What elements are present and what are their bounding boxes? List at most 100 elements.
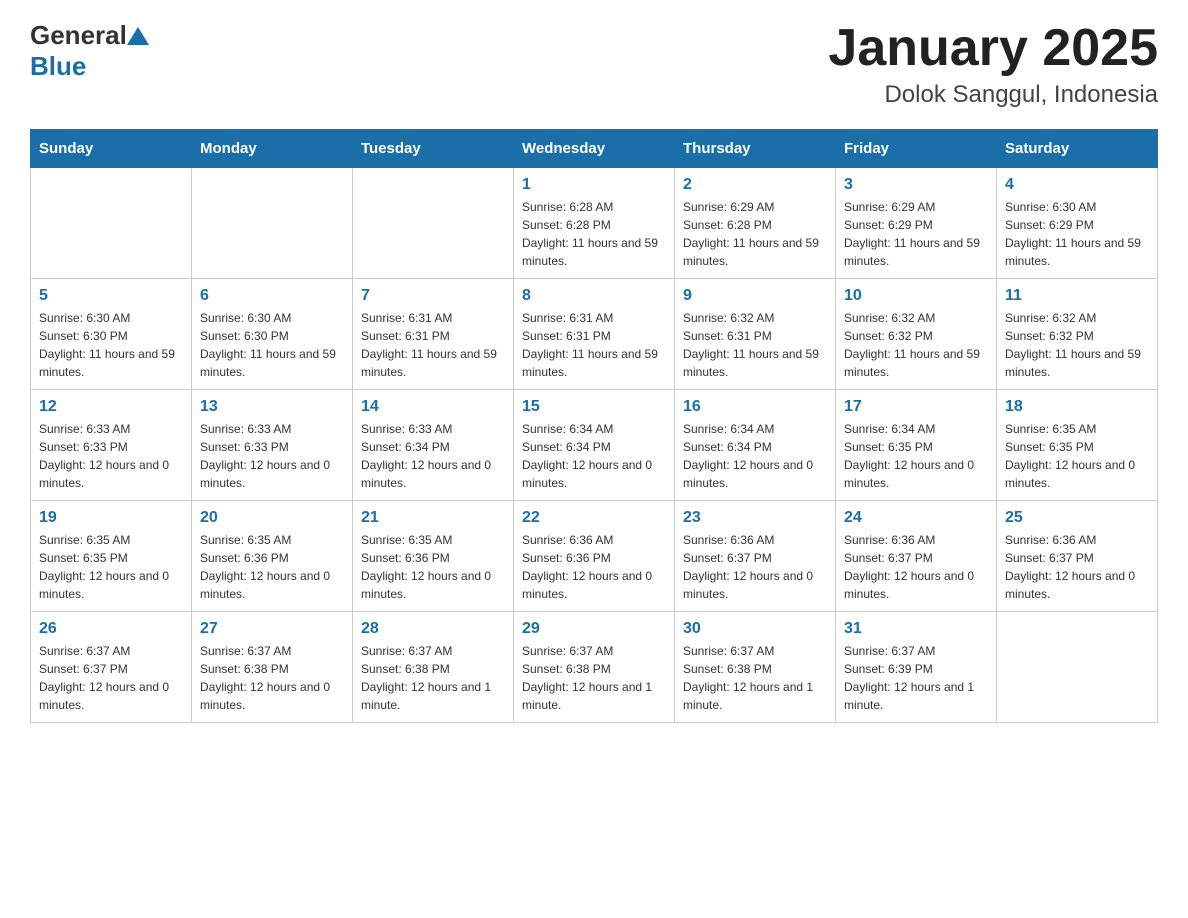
calendar-cell: 24 Sunrise: 6:36 AMSunset: 6:37 PMDayligh… [836, 501, 997, 612]
calendar-week-1: 1 Sunrise: 6:28 AMSunset: 6:28 PMDaylight… [31, 168, 1158, 279]
calendar-cell: 6 Sunrise: 6:30 AMSunset: 6:30 PMDaylight… [192, 279, 353, 390]
weekday-header-friday: Friday [836, 130, 997, 168]
calendar-cell: 15Sunrise: 6:34 AMSunset: 6:34 PMDayligh… [514, 390, 675, 501]
day-info: Sunrise: 6:37 AMSunset: 6:38 PMDaylight:… [522, 642, 666, 714]
day-number: 25 [1005, 509, 1149, 527]
calendar-cell: 18 Sunrise: 6:35 AMSunset: 6:35 PMDayligh… [997, 390, 1158, 501]
calendar-cell: 19 Sunrise: 6:35 AMSunset: 6:35 PMDayligh… [31, 501, 192, 612]
day-number: 27 [200, 620, 344, 638]
day-number: 4 [1005, 176, 1149, 194]
day-info: Sunrise: 6:34 AMSunset: 6:34 PMDaylight:… [683, 420, 827, 492]
calendar-cell [31, 168, 192, 279]
day-info: Sunrise: 6:33 AMSunset: 6:33 PMDaylight:… [39, 420, 183, 492]
day-info: Sunrise: 6:37 AMSunset: 6:37 PMDaylight:… [39, 642, 183, 714]
day-number: 13 [200, 398, 344, 416]
day-number: 5 [39, 287, 183, 305]
month-title: January 2025 [828, 20, 1158, 77]
day-number: 14 [361, 398, 505, 416]
day-info: Sunrise: 6:30 AMSunset: 6:30 PMDaylight:… [39, 309, 183, 381]
day-number: 6 [200, 287, 344, 305]
calendar-cell: 14 Sunrise: 6:33 AMSunset: 6:34 PMDayligh… [353, 390, 514, 501]
day-number: 8 [522, 287, 666, 305]
day-number: 12 [39, 398, 183, 416]
day-number: 23 [683, 509, 827, 527]
weekday-header-wednesday: Wednesday [514, 130, 675, 168]
calendar-cell: 20 Sunrise: 6:35 AMSunset: 6:36 PMDayligh… [192, 501, 353, 612]
day-info: Sunrise: 6:37 AMSunset: 6:38 PMDaylight:… [683, 642, 827, 714]
day-info: Sunrise: 6:35 AMSunset: 6:36 PMDaylight:… [361, 531, 505, 603]
day-number: 7 [361, 287, 505, 305]
calendar-cell: 1 Sunrise: 6:28 AMSunset: 6:28 PMDaylight… [514, 168, 675, 279]
day-info: Sunrise: 6:35 AMSunset: 6:35 PMDaylight:… [39, 531, 183, 603]
logo: General Blue [30, 20, 149, 82]
day-info: Sunrise: 6:32 AMSunset: 6:32 PMDaylight:… [844, 309, 988, 381]
calendar-table: SundayMondayTuesdayWednesdayThursdayFrid… [30, 129, 1158, 723]
calendar-week-4: 19 Sunrise: 6:35 AMSunset: 6:35 PMDayligh… [31, 501, 1158, 612]
day-number: 17 [844, 398, 988, 416]
day-number: 15 [522, 398, 666, 416]
page-header: General Blue January 2025 Dolok Sanggul,… [30, 20, 1158, 109]
day-info: Sunrise: 6:29 AMSunset: 6:29 PMDaylight:… [844, 198, 988, 270]
calendar-cell: 23Sunrise: 6:36 AMSunset: 6:37 PMDayligh… [675, 501, 836, 612]
day-info: Sunrise: 6:36 AMSunset: 6:37 PMDaylight:… [1005, 531, 1149, 603]
calendar-cell [192, 168, 353, 279]
calendar-week-3: 12 Sunrise: 6:33 AMSunset: 6:33 PMDayligh… [31, 390, 1158, 501]
calendar-cell: 16 Sunrise: 6:34 AMSunset: 6:34 PMDayligh… [675, 390, 836, 501]
calendar-cell: 10Sunrise: 6:32 AMSunset: 6:32 PMDayligh… [836, 279, 997, 390]
calendar-cell: 29 Sunrise: 6:37 AMSunset: 6:38 PMDayligh… [514, 612, 675, 723]
calendar-cell: 31Sunrise: 6:37 AMSunset: 6:39 PMDayligh… [836, 612, 997, 723]
calendar-cell: 27Sunrise: 6:37 AMSunset: 6:38 PMDayligh… [192, 612, 353, 723]
weekday-header-sunday: Sunday [31, 130, 192, 168]
calendar-week-2: 5 Sunrise: 6:30 AMSunset: 6:30 PMDaylight… [31, 279, 1158, 390]
day-number: 31 [844, 620, 988, 638]
day-info: Sunrise: 6:36 AMSunset: 6:37 PMDaylight:… [844, 531, 988, 603]
calendar-cell: 26 Sunrise: 6:37 AMSunset: 6:37 PMDayligh… [31, 612, 192, 723]
logo-blue-text: Blue [30, 51, 149, 82]
calendar-cell [353, 168, 514, 279]
day-number: 11 [1005, 287, 1149, 305]
day-number: 19 [39, 509, 183, 527]
calendar-cell: 25 Sunrise: 6:36 AMSunset: 6:37 PMDayligh… [997, 501, 1158, 612]
calendar-week-5: 26 Sunrise: 6:37 AMSunset: 6:37 PMDayligh… [31, 612, 1158, 723]
day-number: 18 [1005, 398, 1149, 416]
day-info: Sunrise: 6:29 AMSunset: 6:28 PMDaylight:… [683, 198, 827, 270]
calendar-cell: 8Sunrise: 6:31 AMSunset: 6:31 PMDaylight… [514, 279, 675, 390]
day-info: Sunrise: 6:35 AMSunset: 6:36 PMDaylight:… [200, 531, 344, 603]
day-info: Sunrise: 6:32 AMSunset: 6:31 PMDaylight:… [683, 309, 827, 381]
day-number: 1 [522, 176, 666, 194]
weekday-header-saturday: Saturday [997, 130, 1158, 168]
title-block: January 2025 Dolok Sanggul, Indonesia [828, 20, 1158, 109]
day-info: Sunrise: 6:35 AMSunset: 6:35 PMDaylight:… [1005, 420, 1149, 492]
day-number: 21 [361, 509, 505, 527]
calendar-cell: 21 Sunrise: 6:35 AMSunset: 6:36 PMDayligh… [353, 501, 514, 612]
day-info: Sunrise: 6:33 AMSunset: 6:34 PMDaylight:… [361, 420, 505, 492]
day-number: 28 [361, 620, 505, 638]
day-number: 29 [522, 620, 666, 638]
calendar-cell: 3Sunrise: 6:29 AMSunset: 6:29 PMDaylight… [836, 168, 997, 279]
day-info: Sunrise: 6:37 AMSunset: 6:38 PMDaylight:… [361, 642, 505, 714]
day-number: 24 [844, 509, 988, 527]
day-info: Sunrise: 6:30 AMSunset: 6:30 PMDaylight:… [200, 309, 344, 381]
day-number: 30 [683, 620, 827, 638]
day-number: 2 [683, 176, 827, 194]
day-info: Sunrise: 6:31 AMSunset: 6:31 PMDaylight:… [361, 309, 505, 381]
calendar-cell: 9 Sunrise: 6:32 AMSunset: 6:31 PMDaylight… [675, 279, 836, 390]
calendar-cell [997, 612, 1158, 723]
day-number: 26 [39, 620, 183, 638]
calendar-cell: 11Sunrise: 6:32 AMSunset: 6:32 PMDayligh… [997, 279, 1158, 390]
calendar-cell: 4Sunrise: 6:30 AMSunset: 6:29 PMDaylight… [997, 168, 1158, 279]
day-number: 20 [200, 509, 344, 527]
calendar-cell: 17 Sunrise: 6:34 AMSunset: 6:35 PMDayligh… [836, 390, 997, 501]
day-number: 22 [522, 509, 666, 527]
day-info: Sunrise: 6:36 AMSunset: 6:36 PMDaylight:… [522, 531, 666, 603]
day-info: Sunrise: 6:34 AMSunset: 6:35 PMDaylight:… [844, 420, 988, 492]
weekday-header-thursday: Thursday [675, 130, 836, 168]
calendar-cell: 12 Sunrise: 6:33 AMSunset: 6:33 PMDayligh… [31, 390, 192, 501]
weekday-header-tuesday: Tuesday [353, 130, 514, 168]
day-info: Sunrise: 6:28 AMSunset: 6:28 PMDaylight:… [522, 198, 666, 270]
calendar-cell: 13 Sunrise: 6:33 AMSunset: 6:33 PMDayligh… [192, 390, 353, 501]
day-number: 16 [683, 398, 827, 416]
day-number: 9 [683, 287, 827, 305]
day-info: Sunrise: 6:33 AMSunset: 6:33 PMDaylight:… [200, 420, 344, 492]
logo-general-text: General [30, 20, 127, 51]
